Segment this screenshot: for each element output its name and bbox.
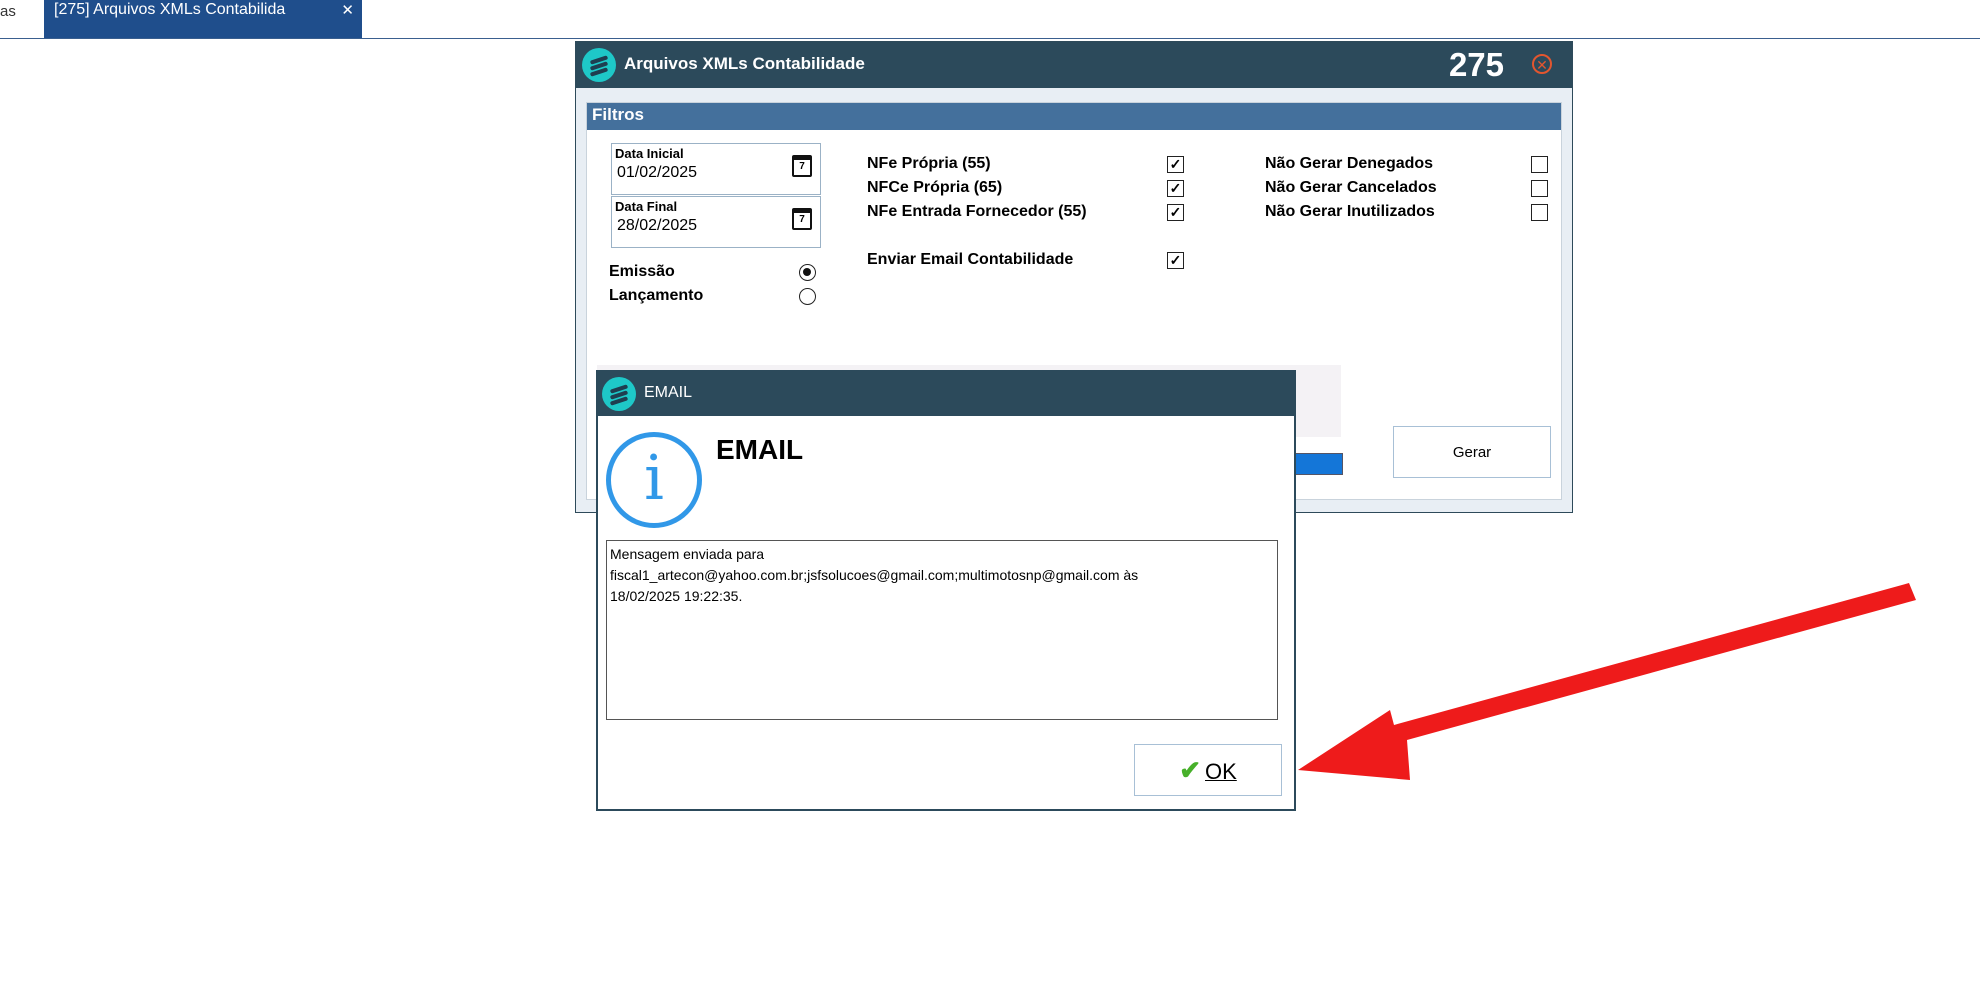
close-icon[interactable]: ✕ [341,1,354,19]
message-line: fiscal1_artecon@yahoo.com.br;jsfsolucoes… [610,567,1139,583]
ok-button[interactable]: ✔ OK [1134,744,1282,796]
message-box[interactable]: Mensagem enviada para fiscal1_artecon@ya… [606,540,1278,720]
window-title: Arquivos XMLs Contabilidade [624,54,865,73]
info-icon: i [606,432,702,528]
window-titlebar[interactable]: Arquivos XMLs Contabilidade 275 ✕ [576,42,1572,88]
gerar-button[interactable]: Gerar [1393,426,1551,478]
arrow-icon [1298,583,1916,780]
close-window-icon[interactable]: ✕ [1532,54,1552,74]
email-dialog: EMAIL i EMAIL Mensagem enviada para fisc… [596,370,1296,811]
data-inicial-label: Data Inicial [615,146,684,161]
nfce-propria-checkbox[interactable]: ✓ [1167,180,1184,197]
radio-lancamento[interactable] [799,288,816,305]
radio-lancamento-label: Lançamento [609,287,704,304]
nao-gerar-cancelados-checkbox[interactable] [1531,180,1548,197]
message-line: Mensagem enviada para [610,546,765,562]
nfe-entrada-label: NFe Entrada Fornecedor (55) [867,203,1087,220]
nfce-propria-label: NFCe Própria (65) [867,179,1003,196]
ok-label: OK [1205,758,1237,784]
nfe-propria-label: NFe Própria (55) [867,155,991,172]
nao-gerar-cancelados-label: Não Gerar Cancelados [1265,179,1437,196]
nao-gerar-denegados-checkbox[interactable] [1531,156,1548,173]
dialog-title: EMAIL [644,384,693,401]
data-final-input[interactable] [617,217,767,235]
tab-strip: as [275] Arquivos XMLs Contabilida ✕ [0,0,1980,39]
enviar-email-label: Enviar Email Contabilidade [867,251,1074,268]
nfe-propria-checkbox[interactable]: ✓ [1167,156,1184,173]
tab-arquivos-xml[interactable]: [275] Arquivos XMLs Contabilida ✕ [44,0,362,38]
tab-label: [275] Arquivos XMLs Contabilida [54,1,286,18]
checkmark-icon: ✔ [1179,754,1201,785]
data-inicial-input[interactable] [617,164,767,182]
radio-emissao[interactable] [799,264,816,281]
data-final-label: Data Final [615,199,678,214]
app-logo-icon [602,377,636,411]
nao-gerar-inutilizados-label: Não Gerar Inutilizados [1265,203,1435,220]
section-header-filtros: Filtros [587,103,1561,130]
app-logo-icon [582,48,616,82]
radio-emissao-label: Emissão [609,263,675,280]
tab-previous[interactable]: as [0,3,16,20]
nao-gerar-denegados-label: Não Gerar Denegados [1265,155,1434,172]
message-line: 18/02/2025 19:22:35. [610,588,743,604]
dialog-titlebar[interactable]: EMAIL [598,372,1294,416]
calendar-icon[interactable]: 7 [792,208,812,230]
nao-gerar-inutilizados-checkbox[interactable] [1531,204,1548,221]
data-final-field[interactable]: Data Final 7 [611,196,821,248]
calendar-icon[interactable]: 7 [792,155,812,177]
window-code: 275 [1448,46,1504,83]
dialog-heading: EMAIL [716,434,804,465]
enviar-email-checkbox[interactable]: ✓ [1167,252,1184,269]
nfe-entrada-checkbox[interactable]: ✓ [1167,204,1184,221]
data-inicial-field[interactable]: Data Inicial 7 [611,143,821,195]
